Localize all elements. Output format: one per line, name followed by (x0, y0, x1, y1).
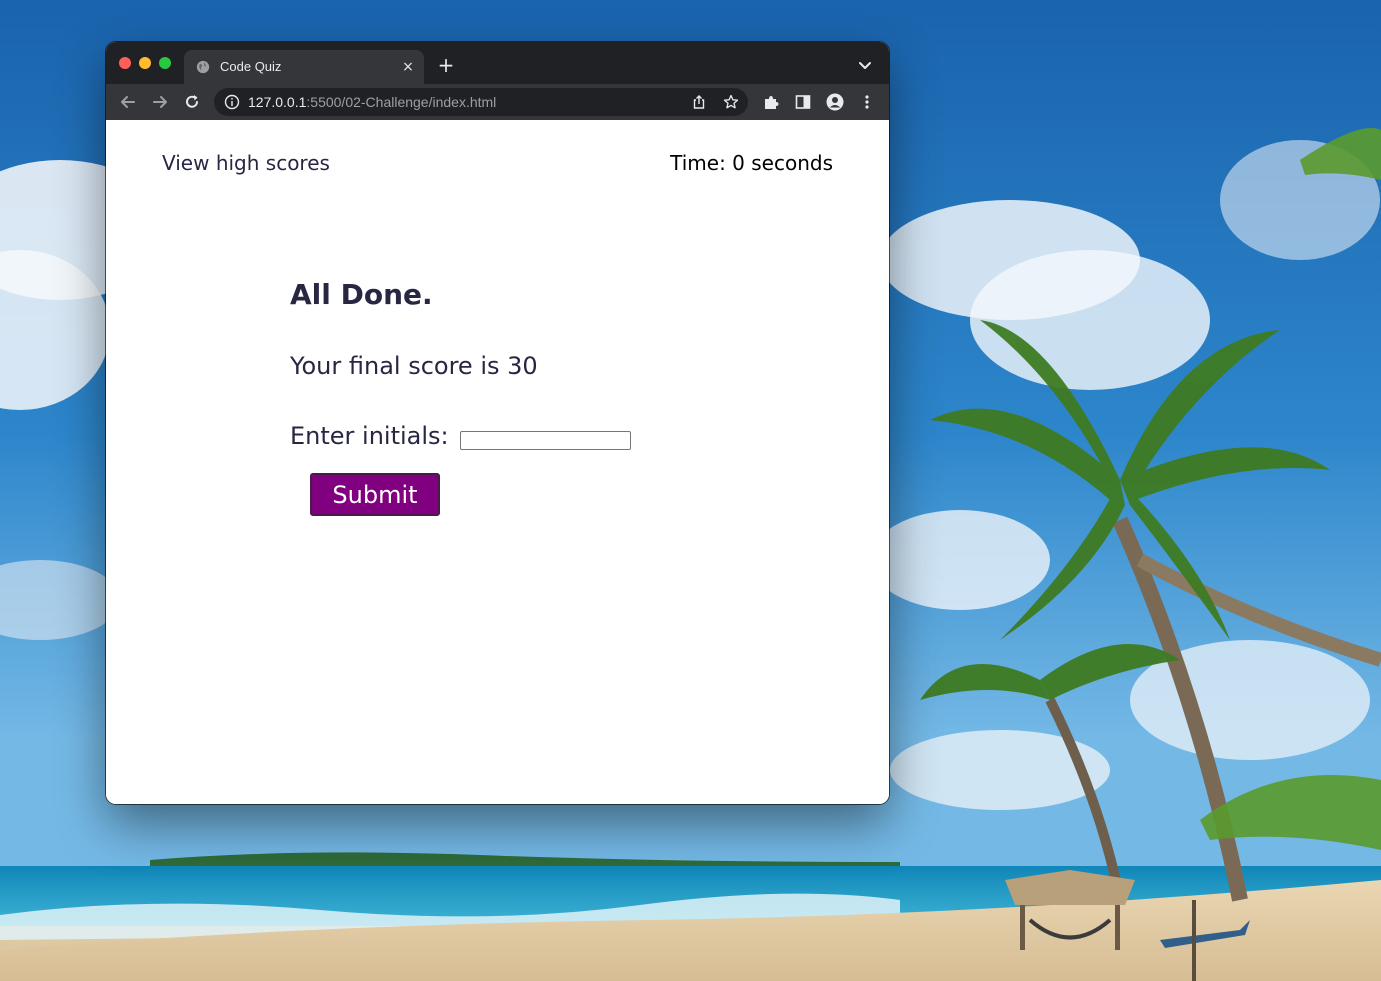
side-panel-icon[interactable] (794, 93, 812, 111)
chevron-down-icon[interactable] (856, 56, 874, 74)
browser-toolbar: 127.0.0.1:5500/02-Challenge/index.html (106, 84, 889, 120)
all-done-heading: All Done. (290, 278, 433, 311)
bookmark-star-icon[interactable] (723, 94, 739, 110)
close-tab-icon[interactable]: × (400, 59, 416, 75)
globe-icon (196, 60, 210, 74)
new-tab-button[interactable]: + (436, 55, 456, 75)
info-icon[interactable] (224, 94, 240, 110)
tab-title: Code Quiz (220, 59, 282, 74)
profile-avatar-icon[interactable] (826, 93, 844, 111)
reload-icon[interactable] (182, 92, 202, 112)
zoom-window-button[interactable] (159, 57, 171, 69)
view-high-scores-link[interactable]: View high scores (162, 151, 330, 175)
minimize-window-button[interactable] (139, 57, 151, 69)
forward-arrow-icon[interactable] (150, 92, 170, 112)
address-bar[interactable]: 127.0.0.1:5500/02-Challenge/index.html (214, 88, 748, 116)
tab-strip: Code Quiz × + (106, 42, 889, 84)
url-text[interactable]: 127.0.0.1:5500/02-Challenge/index.html (248, 94, 496, 110)
final-score-text: Your final score is 30 (290, 352, 538, 380)
share-icon[interactable] (691, 94, 707, 110)
initials-label: Enter initials: (290, 422, 449, 450)
browser-window: Code Quiz × + 127.0.0.1:5500/02-Challeng… (106, 42, 889, 804)
page-content: View high scores Time: 0 seconds All Don… (106, 120, 889, 804)
url-path: :5500/02-Challenge/index.html (306, 94, 497, 110)
timer-display: Time: 0 seconds (670, 151, 833, 175)
initials-input[interactable] (460, 431, 631, 450)
close-window-button[interactable] (119, 57, 131, 69)
more-menu-icon[interactable] (858, 93, 876, 111)
submit-button[interactable]: Submit (310, 473, 440, 516)
tab-code-quiz[interactable]: Code Quiz × (184, 50, 424, 84)
extensions-puzzle-icon[interactable] (762, 93, 780, 111)
url-host: 127.0.0.1 (248, 94, 307, 110)
back-arrow-icon[interactable] (118, 92, 138, 112)
desktop: Code Quiz × + 127.0.0.1:5500/02-Challeng… (0, 0, 1381, 981)
